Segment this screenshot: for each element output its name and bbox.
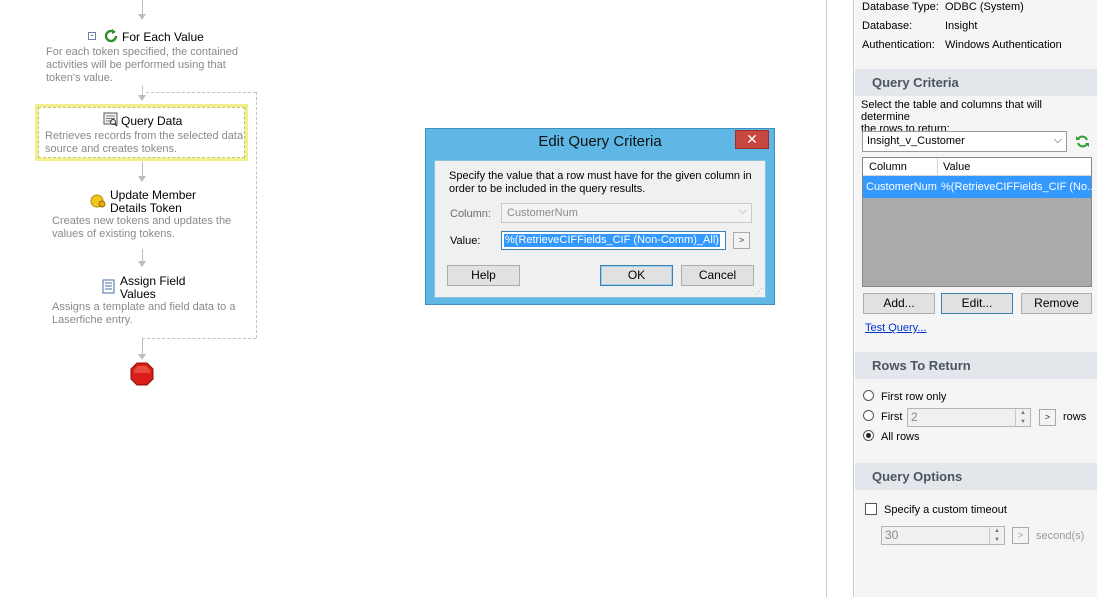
stepper-buttons[interactable]: ▲ ▼ [989,527,1004,544]
loop-border-right [256,92,257,338]
query-criteria-description: Select the table and columns that will d… [861,99,1042,135]
query-data-activity[interactable]: Query Data Retrieves records from the se… [35,104,248,161]
query-data-title: Query Data [121,114,183,128]
value-input[interactable]: %(RetrieveCIFFields_CIF (Non-Comm)_All) [501,231,726,250]
chevron-up-icon[interactable]: ▲ [1016,409,1030,418]
db-type-label: Database Type: [862,1,939,13]
dialog-instructions: Specify the value that a row must have f… [449,170,752,195]
connector-line [142,0,143,14]
token-icon [90,194,106,208]
chevron-up-icon[interactable]: ▲ [990,527,1004,536]
first-label: First [881,411,903,423]
all-rows-radio[interactable] [863,430,874,441]
close-button[interactable]: ✕ [735,130,769,149]
stop-icon[interactable] [130,362,154,386]
table-row[interactable]: CustomerNum %(RetrieveCIFFields_CIF (No.… [863,176,1096,198]
auth-value: Windows Authentication [945,39,1062,51]
column-select[interactable]: CustomerNum ⌵ [501,203,752,223]
loop-border-bottom [142,338,256,339]
table-select-value: Insight_v_Customer [867,135,965,147]
ok-button[interactable]: OK [600,265,673,286]
connector-arrow [138,261,146,267]
first-row-only-radio[interactable] [863,390,874,401]
all-rows-label: All rows [881,431,920,443]
dialog-body: Specify the value that a row must have f… [434,160,766,298]
grid-header-value[interactable]: Value [943,161,970,173]
first-n-rows-radio[interactable] [863,410,874,421]
connector-arrow [138,354,146,360]
value-label: Value: [450,235,481,247]
db-value: Insight [945,20,978,32]
update-token-activity[interactable]: Update Member Details Token Creates new … [50,188,250,243]
cancel-button[interactable]: Cancel [681,265,754,286]
edit-button[interactable]: Edit... [941,293,1013,314]
db-label: Database: [862,20,913,32]
stepper-buttons[interactable]: ▲ ▼ [1015,409,1030,426]
column-select-value: CustomerNum [507,207,578,219]
dialog-title: Edit Query Criteria [538,133,662,150]
table-select[interactable]: Insight_v_Customer ⌵ [862,131,1067,152]
update-token-title: Update Member Details Token [110,188,197,215]
help-button[interactable]: Help [447,265,520,286]
for-each-title: For Each Value [122,30,204,44]
document-icon [102,279,115,294]
rows-token-button[interactable]: > [1039,409,1056,426]
chevron-down-icon[interactable]: ▼ [990,536,1004,545]
remove-button[interactable]: Remove [1021,293,1092,314]
custom-timeout-label: Specify a custom timeout [884,504,1007,516]
connector-line [142,249,143,261]
add-button[interactable]: Add... [863,293,935,314]
chevron-down-icon[interactable]: ▼ [1016,418,1030,427]
grid-header-row: Column Value [863,158,1091,176]
for-each-description: For each token specified, the contained … [46,46,239,84]
connector-arrow [138,176,146,182]
query-data-description: Retrieves records from the selected data… [45,130,244,155]
value-input-text: %(RetrieveCIFFields_CIF (Non-Comm)_All) [504,234,720,247]
assign-fields-activity[interactable]: Assign Field Values Assigns a template a… [50,274,250,329]
rows-suffix-label: rows [1063,411,1087,423]
loop-border-top [146,92,256,93]
auth-label: Authentication: [862,39,935,51]
row-value-cell: %(RetrieveCIFFields_CIF (No... [941,181,1097,193]
assign-fields-title: Assign Field Values [120,274,186,301]
column-label: Column: [450,208,491,220]
query-icon [103,112,118,127]
custom-timeout-checkbox[interactable] [865,503,877,515]
rows-to-return-header: Rows To Return [855,352,1097,379]
timeout-token-button[interactable]: > [1012,527,1029,544]
refresh-icon[interactable] [1075,134,1090,149]
properties-panel: Database Type: ODBC (System) Database: I… [855,0,1097,597]
db-type-value: ODBC (System) [945,1,1024,13]
row-column-cell: CustomerNum [866,181,937,193]
edit-query-criteria-dialog: Edit Query Criteria ✕ Specify the value … [425,128,775,305]
chevron-down-icon: ⌵ [1053,134,1062,146]
test-query-link[interactable]: Test Query... [865,322,927,334]
loop-icon [104,29,118,43]
query-options-header: Query Options [855,463,1097,490]
grid-header-column[interactable]: Column [869,161,907,173]
criteria-grid[interactable]: Column Value CustomerNum %(RetrieveCIFFi… [862,157,1096,287]
first-n-rows-stepper[interactable]: 2 ▲ ▼ [907,408,1031,427]
connector-line [142,162,143,176]
connector-line [142,338,143,354]
query-criteria-header: Query Criteria [855,69,1097,96]
for-each-activity[interactable]: - For Each Value For each token specifie… [40,28,250,86]
connector-arrow [138,14,146,20]
timeout-value: 30 [885,528,899,542]
connector-arrow [138,95,146,101]
first-row-only-label: First row only [881,391,947,403]
timeout-stepper[interactable]: 30 ▲ ▼ [881,526,1005,545]
resize-grip-icon[interactable]: ⋰ [755,287,763,296]
first-n-value: 2 [911,410,918,424]
collapse-icon[interactable]: - [88,31,96,40]
seconds-label: second(s) [1036,530,1085,542]
panel-splitter[interactable] [826,0,855,597]
insert-token-button[interactable]: > [733,232,750,249]
grid-header-divider [937,158,938,176]
update-token-description: Creates new tokens and updates the value… [52,215,232,240]
assign-fields-description: Assigns a template and field data to a L… [52,301,236,326]
chevron-down-icon: ⌵ [738,205,747,217]
panel-divider [853,0,854,597]
